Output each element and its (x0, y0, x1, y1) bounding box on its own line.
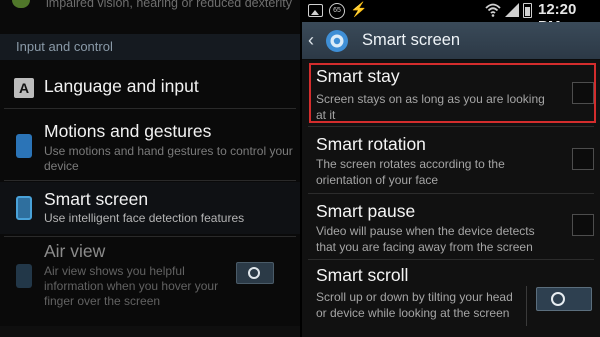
setting-title: Smart pause (316, 201, 416, 221)
gear-icon[interactable] (323, 27, 351, 55)
settings-item-description: Air view shows you helpful information w… (44, 264, 219, 308)
highlight-box (309, 63, 596, 123)
toggle-separator (526, 286, 527, 326)
setting-title: Smart rotation (316, 134, 426, 154)
setting-description: Scroll up or down by tilting your head o… (316, 290, 513, 320)
settings-item-label: Smart screen (44, 189, 149, 209)
section-header-input-control: Input and control (0, 34, 300, 60)
smart-screen-panel: 65 ⚡ 12:20 PM ‹ Smart screen Smart stay … (302, 0, 600, 337)
settings-list-panel: impaired vision, hearing or reduced dext… (0, 0, 300, 337)
divider (4, 236, 296, 237)
page-title: Smart screen (362, 31, 461, 49)
divider (4, 180, 296, 181)
motion-phone-icon (16, 134, 32, 158)
wifi-icon (485, 3, 501, 17)
settings-item-description: Use intelligent face detection features (44, 211, 245, 225)
smart-pause-checkbox[interactable] (572, 214, 594, 236)
setting-description: The screen rotates according to the orie… (316, 157, 505, 187)
status-bar: 65 ⚡ 12:20 PM (302, 0, 600, 35)
section-header-label: Input and control (16, 39, 113, 54)
air-view-icon (16, 264, 32, 288)
settings-item-description: Use motions and hand gestures to control… (44, 144, 293, 173)
setting-description: Video will pause when the device detects… (316, 224, 535, 254)
divider (4, 108, 296, 109)
setting-title: Smart scroll (316, 265, 409, 285)
image-icon (308, 4, 323, 17)
smart-rotation-checkbox[interactable] (572, 148, 594, 170)
accessibility-icon (12, 0, 30, 8)
action-bar: ‹ Smart screen (302, 22, 600, 60)
language-icon: A (14, 78, 34, 98)
accessibility-subtitle-fragment: impaired vision, hearing or reduced dext… (46, 0, 292, 10)
smart-scroll-toggle[interactable] (536, 287, 592, 311)
air-view-toggle[interactable] (236, 262, 274, 284)
smart-screen-icon (16, 196, 32, 220)
battery-icon (523, 3, 532, 18)
chevron-left-icon[interactable]: ‹ (308, 30, 314, 51)
setting-smart-rotation[interactable]: Smart rotation The screen rotates accord… (302, 127, 600, 193)
settings-item-label: Air view (44, 241, 106, 261)
signal-icon (505, 3, 519, 17)
settings-item-label: Language and input (44, 76, 199, 96)
list-footer (0, 326, 300, 337)
setting-smart-pause[interactable]: Smart pause Video will pause when the de… (302, 194, 600, 260)
bolt-icon: ⚡ (350, 1, 368, 17)
settings-item-label: Motions and gestures (44, 121, 212, 141)
badge-icon: 65 (329, 3, 345, 19)
